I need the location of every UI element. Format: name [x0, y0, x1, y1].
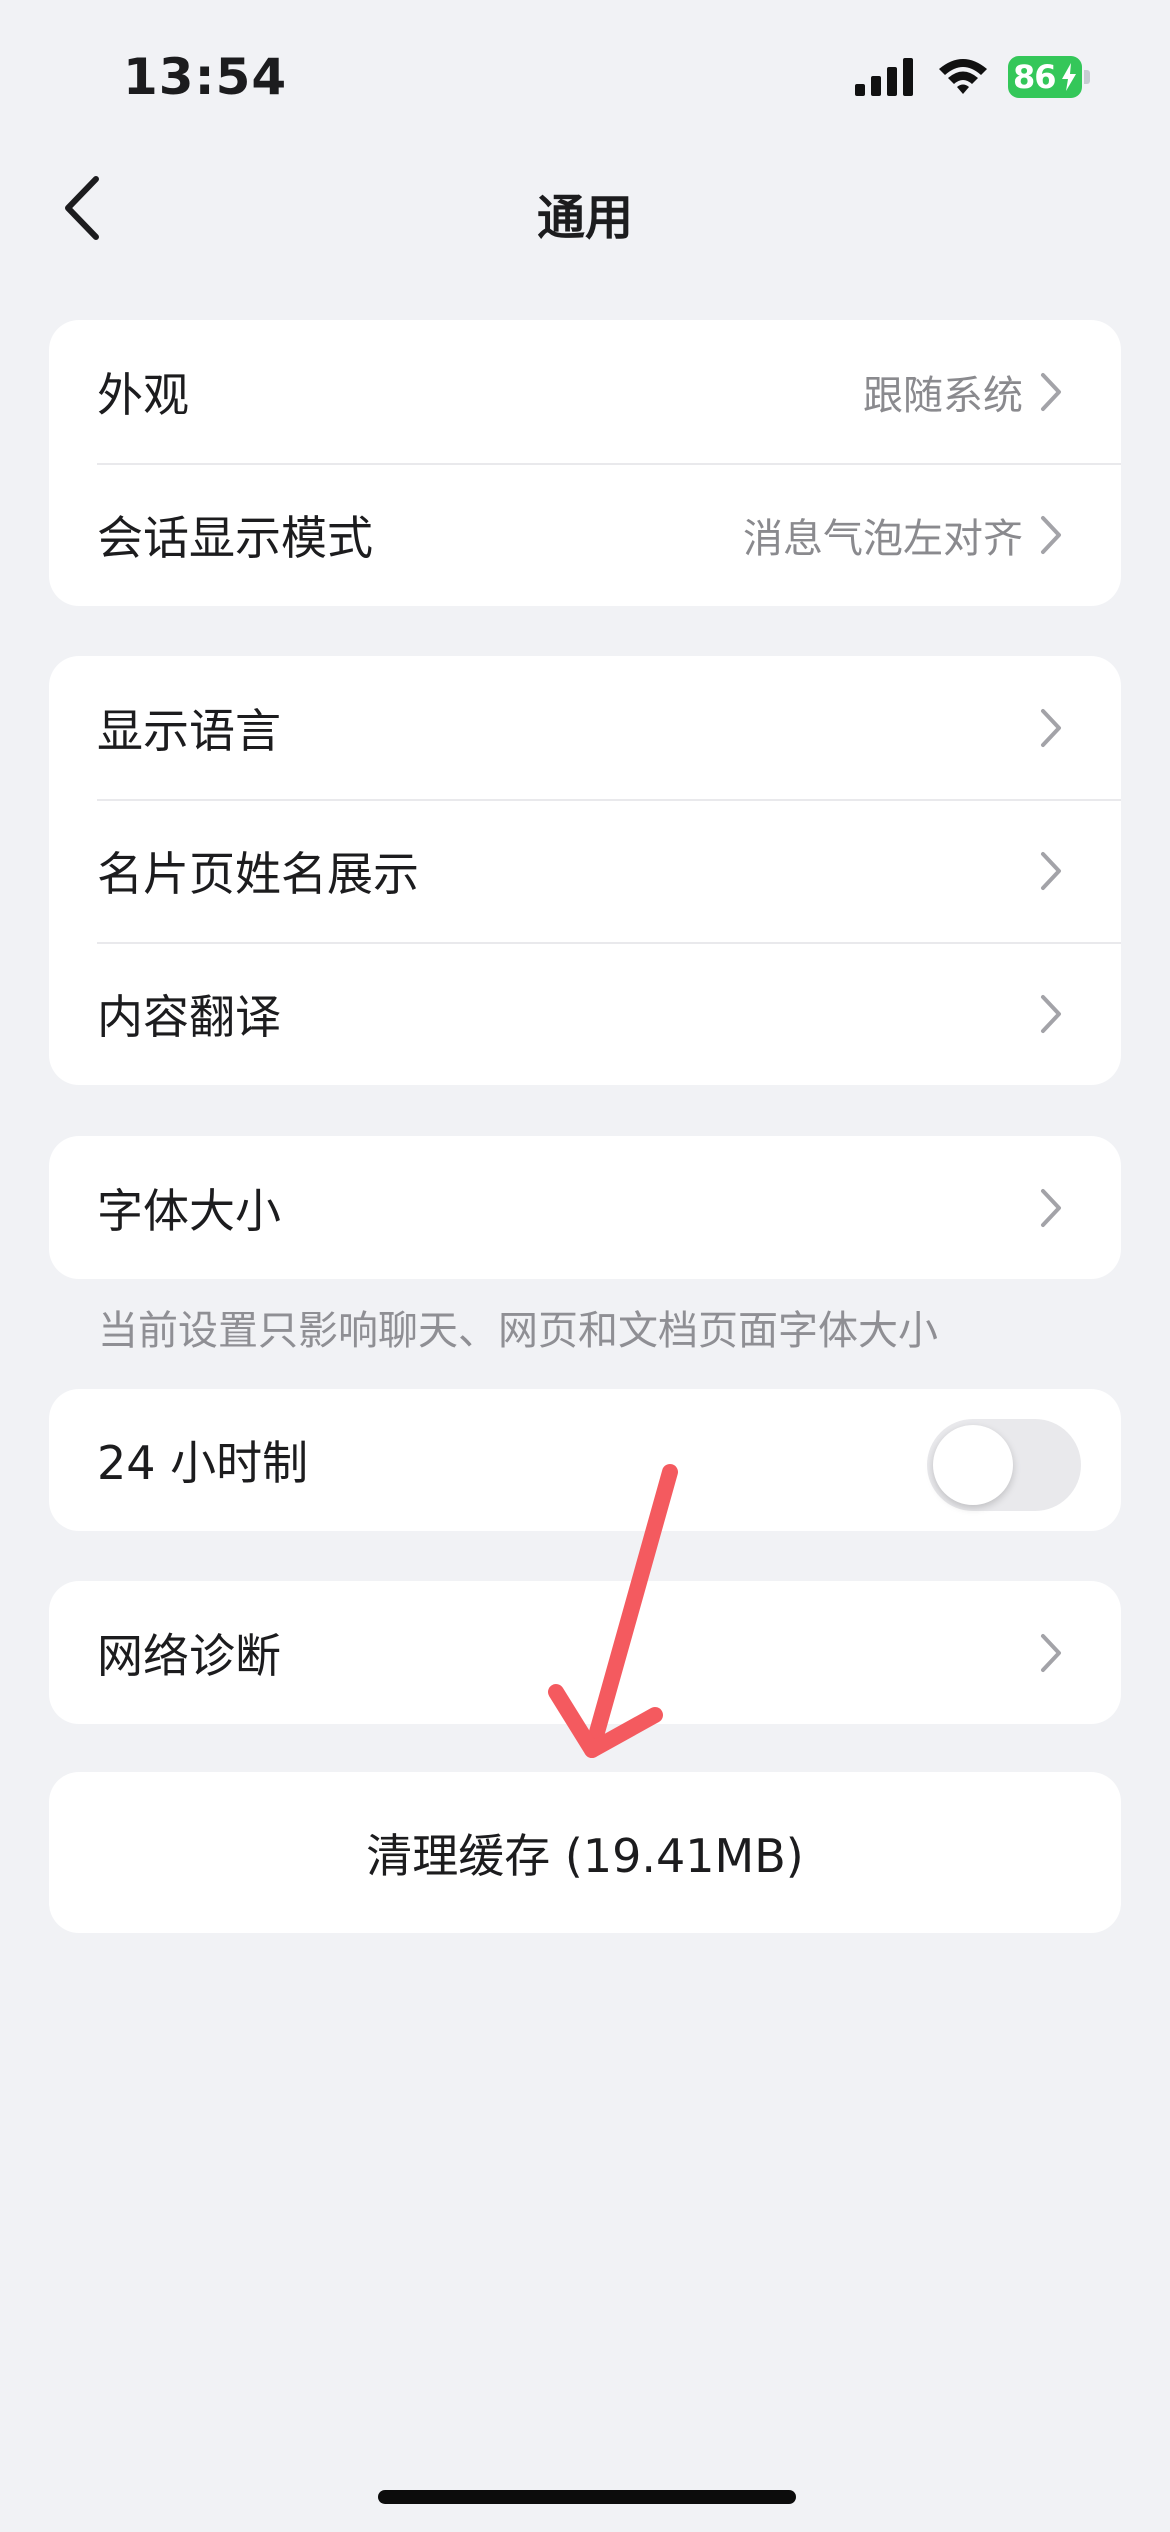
- appearance-label: 外观: [97, 367, 189, 422]
- chevron-right-icon: [1041, 851, 1061, 890]
- charging-bolt-icon: [1062, 63, 1076, 91]
- appearance-group: 外观 跟随系统 会话显示模式 消息气泡左对齐: [49, 320, 1121, 606]
- chat-display-mode-value: 消息气泡左对齐: [743, 515, 1023, 562]
- font-size-row[interactable]: 字体大小: [49, 1136, 1121, 1279]
- card-name-display-row[interactable]: 名片页姓名展示: [49, 799, 1121, 942]
- font-size-caption: 当前设置只影响聊天、网页和文档页面字体大小: [98, 1308, 938, 1354]
- time-format-label: 24 小时制: [97, 1436, 309, 1490]
- appearance-row[interactable]: 外观 跟随系统: [49, 320, 1121, 463]
- wifi-icon: [939, 59, 987, 94]
- status-time: 13:54: [123, 48, 288, 106]
- time-format-group: 24 小时制: [49, 1389, 1121, 1531]
- network-group: 网络诊断: [49, 1581, 1121, 1724]
- display-language-row[interactable]: 显示语言: [49, 656, 1121, 799]
- toggle-knob: [933, 1425, 1013, 1505]
- content-translation-row[interactable]: 内容翻译: [49, 942, 1121, 1085]
- settings-general-screen: 13:54 86 通用 外观 跟随系统 会话显示模式 消息气泡左对齐 显示语言 …: [0, 0, 1170, 2532]
- font-size-group: 字体大小: [49, 1136, 1121, 1279]
- clear-cache-button[interactable]: 清理缓存 (19.41MB): [49, 1772, 1121, 1933]
- network-diagnosis-label: 网络诊断: [97, 1628, 281, 1683]
- battery-cap: [1084, 70, 1090, 84]
- chevron-right-icon: [1041, 372, 1061, 411]
- network-diagnosis-row[interactable]: 网络诊断: [49, 1581, 1121, 1724]
- chat-display-mode-row[interactable]: 会话显示模式 消息气泡左对齐: [49, 463, 1121, 606]
- chevron-right-icon: [1041, 1633, 1061, 1672]
- home-indicator[interactable]: [378, 2490, 796, 2504]
- cellular-signal-icon: [855, 58, 913, 96]
- battery-indicator: 86: [1008, 56, 1090, 98]
- chevron-right-icon: [1041, 515, 1061, 554]
- display-language-label: 显示语言: [97, 703, 281, 758]
- chevron-right-icon: [1041, 708, 1061, 747]
- chat-display-mode-label: 会话显示模式: [97, 510, 373, 565]
- language-group: 显示语言 名片页姓名展示 内容翻译: [49, 656, 1121, 1085]
- chevron-right-icon: [1041, 1188, 1061, 1227]
- appearance-value: 跟随系统: [863, 372, 1023, 419]
- time-format-toggle[interactable]: [927, 1419, 1081, 1511]
- page-title: 通用: [536, 190, 633, 246]
- time-format-row: 24 小时制: [49, 1389, 1121, 1531]
- font-size-label: 字体大小: [97, 1183, 281, 1238]
- card-name-display-label: 名片页姓名展示: [97, 846, 419, 901]
- content-translation-label: 内容翻译: [97, 989, 281, 1044]
- status-bar: 13:54 86: [0, 0, 1170, 150]
- chevron-right-icon: [1041, 994, 1061, 1033]
